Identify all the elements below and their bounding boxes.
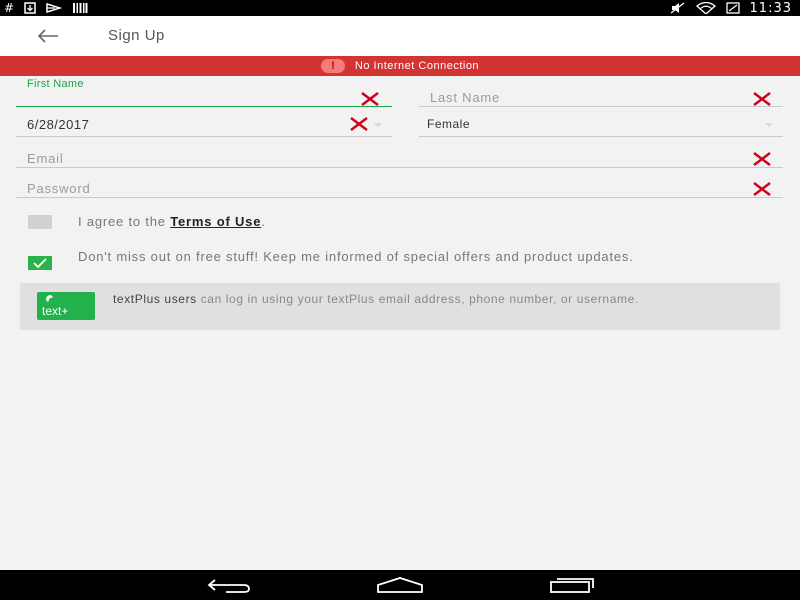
back-nav-icon — [207, 579, 250, 593]
textplus-logo-text: text+ — [42, 304, 69, 318]
back-button[interactable] — [32, 24, 64, 48]
first-name-field[interactable]: First Name — [16, 76, 392, 107]
info-text-strong: textPlus users — [113, 292, 197, 306]
first-name-label: First Name — [27, 78, 84, 90]
last-name-placeholder: Last Name — [430, 90, 501, 105]
terms-of-use-link[interactable]: Terms of Use — [170, 214, 261, 229]
error-x-icon — [350, 117, 368, 131]
error-x-icon — [361, 92, 379, 106]
banner-text: No Internet Connection — [354, 60, 480, 72]
textplus-info-card: text+ textPlus users can log in using yo… — [20, 283, 780, 330]
home-nav-button[interactable] — [375, 575, 425, 595]
terms-checkbox[interactable] — [28, 215, 52, 229]
battery-icon — [725, 2, 740, 14]
error-x-icon — [753, 92, 771, 106]
chevron-down-icon — [374, 123, 382, 127]
newsletter-checkbox-row: Don't miss out on free stuff! Keep me in… — [28, 249, 633, 270]
barcode-icon — [73, 3, 88, 13]
back-nav-button[interactable] — [204, 575, 254, 595]
terms-text-before: I agree to the — [78, 214, 171, 229]
status-bar: # 11:33 — [0, 0, 800, 16]
birthdate-value: 6/28/2017 — [27, 117, 90, 132]
recents-nav-button[interactable] — [547, 575, 597, 595]
system-nav-bar — [0, 570, 800, 600]
terms-text-after: . — [261, 214, 266, 229]
newsletter-checkbox[interactable] — [28, 256, 52, 270]
birthdate-dropdown[interactable]: 6/28/2017 — [16, 110, 392, 137]
textplus-logo: text+ — [37, 292, 95, 320]
error-x-icon — [753, 152, 771, 166]
home-nav-icon — [377, 577, 423, 593]
email-placeholder: Email — [27, 151, 64, 166]
info-text: textPlus users can log in using your tex… — [113, 293, 753, 305]
app-bar: Sign Up — [0, 16, 800, 56]
alert-icon: ! — [320, 59, 345, 73]
clock-time: 11:33 — [749, 0, 792, 16]
cast-icon — [46, 2, 63, 14]
terms-text: I agree to the Terms of Use. — [78, 215, 758, 228]
gender-dropdown[interactable]: Female — [419, 110, 783, 137]
chevron-down-icon — [765, 123, 773, 127]
page-title: Sign Up — [108, 27, 165, 44]
download-icon — [24, 2, 36, 14]
arrow-left-icon — [37, 29, 58, 43]
mute-icon — [670, 2, 684, 14]
terms-checkbox-row: I agree to the Terms of Use. — [28, 214, 265, 229]
hash-icon: # — [4, 1, 15, 15]
checkmark-icon — [33, 258, 47, 268]
wifi-icon — [695, 2, 716, 14]
recents-nav-icon — [550, 578, 594, 593]
password-field[interactable]: Password — [16, 173, 783, 198]
password-placeholder: Password — [27, 181, 91, 196]
email-field[interactable]: Email — [16, 143, 783, 168]
error-x-icon — [753, 182, 771, 196]
gender-value: Female — [427, 117, 471, 131]
newsletter-text: Don't miss out on free stuff! Keep me in… — [78, 249, 634, 264]
no-connection-banner: ! No Internet Connection — [0, 56, 800, 76]
phone-icon — [46, 295, 53, 302]
info-text-rest: can log in using your textPlus email add… — [196, 292, 639, 306]
last-name-field[interactable]: Last Name — [419, 76, 783, 107]
